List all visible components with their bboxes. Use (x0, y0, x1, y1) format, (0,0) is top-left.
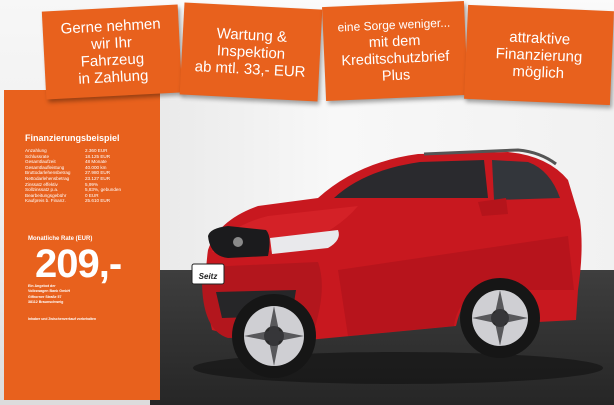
lender-line: 38112 Braunschweig (28, 300, 64, 305)
front-wheel (232, 294, 316, 378)
rear-wheel (460, 278, 540, 358)
lender-info: Ein Angebot der Volkswagen Bank GmbH Gif… (28, 284, 70, 306)
banner-trade-in: Gerne nehmen wir Ihr Fahrzeug in Zahlung (41, 4, 183, 100)
finance-title: Finanzierungsbeispiel (25, 133, 120, 143)
car-image (191, 148, 603, 384)
finance-row-label: Kaufpreis b. Finanz. (25, 198, 66, 204)
finance-table: Anzahlung 2.360 EUR Schlussrate 18.125 EUR G… (25, 148, 153, 204)
finance-row: Kaufpreis b. Finanz. 25.610 EUR (25, 198, 153, 204)
banner-maintenance: Wartung & Inspektion ab mtl. 33,- EUR (179, 2, 323, 102)
license-plate-text: Seitz (198, 271, 218, 281)
monthly-rate-value: 209,- (35, 242, 122, 286)
footnote: Inhaber und Zwischenverkauf vorbehalten (28, 317, 97, 321)
finance-row-value: 25.610 EUR (85, 198, 111, 204)
banner-credit-protection: eine Sorge weniger... mit dem Kreditschu… (322, 0, 468, 102)
brand-logo (233, 237, 243, 247)
vehicle-ad: Seitz Finanzierungsbeispiel Anzahlung 2.3… (0, 0, 614, 405)
banner-financing: attraktive Finanzierung möglich (464, 4, 614, 106)
